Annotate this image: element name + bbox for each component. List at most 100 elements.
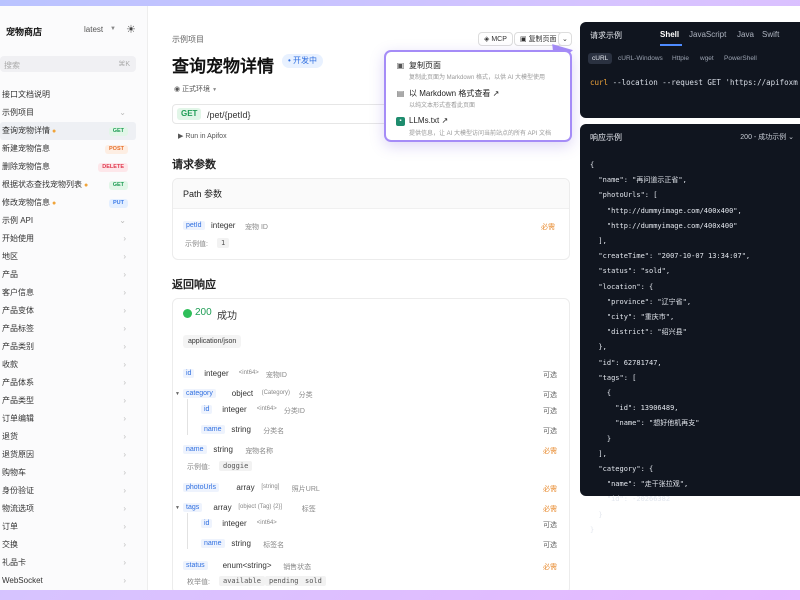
sidebar-item[interactable]: WebSocket › xyxy=(0,572,136,590)
field-type: integer xyxy=(204,369,229,378)
sidebar-item[interactable]: 物流选项 › xyxy=(0,500,136,518)
code-line: "location": { xyxy=(590,282,654,291)
sidebar-item[interactable]: 订单 › xyxy=(0,518,136,536)
sidebar-item[interactable]: 产品变体 › xyxy=(0,302,136,320)
sidebar-item[interactable]: 修改宠物信息 ● PUT xyxy=(0,194,136,212)
tab-javascript[interactable]: JavaScript xyxy=(689,30,726,39)
app-window: 宠物商店 latest ▼ ☀ 搜索 ⌘K 接口文档说明示例项目 ⌄ 查询宠物详情 ●… xyxy=(0,6,800,590)
sidebar-item[interactable]: 产品类型 › xyxy=(0,392,136,410)
field-type: object xyxy=(231,389,254,398)
chevron-down-icon[interactable]: ▼ xyxy=(110,26,116,32)
code-line: "http://dummyimage.com/400x400" xyxy=(590,221,738,230)
response-text: 成功 xyxy=(217,311,237,322)
sidebar-item[interactable]: 地区 › xyxy=(0,248,136,266)
response-example-select[interactable]: 200 - 成功示例 ⌄ xyxy=(740,132,794,142)
field-flag: 必需 xyxy=(543,506,557,513)
status-badge[interactable]: • 开发中 xyxy=(282,54,324,68)
chevron-down-icon: ▼ xyxy=(212,87,218,93)
sidebar-item[interactable]: 产品标签 › xyxy=(0,320,136,338)
field-name: id xyxy=(201,405,213,414)
code-line: ], xyxy=(590,449,607,458)
environment-icon: ◉ xyxy=(174,86,183,93)
code-line: "createTime": "2007-10-07 13:34:07", xyxy=(590,252,751,261)
expand-caret-icon[interactable]: ▼ xyxy=(175,391,180,397)
sidebar-item-label: 订单编辑 xyxy=(2,414,34,423)
code-line: "district": "绍兴县" xyxy=(590,328,687,337)
active-tab-indicator xyxy=(660,44,682,46)
status-enum-value: available xyxy=(219,576,265,586)
search-input[interactable]: 搜索 ⌘K xyxy=(0,56,136,72)
sidebar-item-label: 查询宠物详情 xyxy=(2,126,50,135)
code-line: "name": "再问道示正省", xyxy=(590,176,687,185)
sidebar-item[interactable]: 开始使用 › xyxy=(0,230,136,248)
subtab-wget[interactable]: wget xyxy=(696,53,718,64)
chevron-icon: › xyxy=(123,522,126,531)
sidebar-item[interactable]: 接口文档说明 xyxy=(0,86,136,104)
field-desc: 分类ID xyxy=(283,408,305,415)
subtab-powershell[interactable]: PowerShell xyxy=(720,53,761,64)
subtab-httpie[interactable]: Httpie xyxy=(668,53,693,64)
subtab-curl[interactable]: cURL xyxy=(588,53,613,64)
param-type: integer xyxy=(211,221,236,230)
sidebar-item[interactable]: 产品类别 › xyxy=(0,338,136,356)
menu-item-title: LLMs.txt ↗ xyxy=(409,116,449,125)
code-line: "status": "sold", xyxy=(590,267,671,276)
sidebar-item-label: WebSocket xyxy=(2,576,43,585)
method-badge: GET xyxy=(177,108,202,120)
sidebar-item[interactable]: 查询宠物详情 ● GET xyxy=(0,122,136,140)
param-example-value: 1 xyxy=(217,238,230,248)
sidebar-item[interactable]: 客户信息 › xyxy=(0,284,136,302)
version-select[interactable]: latest xyxy=(84,25,103,34)
sidebar-item[interactable]: 身份验证 › xyxy=(0,482,136,500)
field-name: tags xyxy=(183,503,203,512)
sidebar-item-label: 开始使用 xyxy=(2,234,34,243)
endpoint-path: /pet/{petId} xyxy=(207,110,251,120)
sidebar-item[interactable]: 示例 API ⌄ xyxy=(0,212,136,230)
expand-caret-icon[interactable]: ▼ xyxy=(175,505,180,511)
sidebar-item-label: 示例项目 xyxy=(2,108,34,117)
run-in-apifox-button[interactable]: ▶ Run in Apifox xyxy=(178,132,227,140)
sidebar-item[interactable]: 根据状态查找宠物列表 ● GET xyxy=(0,176,136,194)
sidebar-item[interactable]: 订单编辑 › xyxy=(0,410,136,428)
tab-shell[interactable]: Shell xyxy=(660,30,679,39)
sidebar-item[interactable]: 礼品卡 › xyxy=(0,554,136,572)
environment-label: 正式环境 xyxy=(182,86,211,93)
sidebar-item[interactable]: 交换 › xyxy=(0,536,136,554)
sidebar-item[interactable]: 产品 › xyxy=(0,266,136,284)
search-placeholder: 搜索 xyxy=(4,61,20,70)
mcp-button[interactable]: ◈ MCP xyxy=(478,32,513,46)
content-type-tag[interactable]: application/json xyxy=(183,335,242,348)
code-line: { xyxy=(590,389,612,398)
theme-toggle-icon[interactable]: ☀ xyxy=(126,23,136,36)
chevron-icon: › xyxy=(123,252,126,261)
sidebar-item-label: 物流选项 xyxy=(2,504,34,513)
sidebar-item-label: 收款 xyxy=(2,360,18,369)
field-type: string xyxy=(231,425,251,434)
sidebar-item[interactable]: 产品体系 › xyxy=(0,374,136,392)
sidebar-item[interactable]: 示例项目 ⌄ xyxy=(0,104,136,122)
response-json[interactable]: { "name": "再问道示正省", "photoUrls": [ "http… xyxy=(590,158,750,538)
method-badge: GET xyxy=(108,127,128,136)
tab-swift[interactable]: Swift xyxy=(762,30,779,39)
sidebar-item[interactable]: 新建宠物信息 POST xyxy=(0,140,136,158)
curl-command[interactable]: curl --location --request GET 'https://a… xyxy=(590,78,798,87)
field-desc: 分类 xyxy=(298,392,313,399)
tab-java[interactable]: Java xyxy=(737,30,754,39)
subtab-curl-windows[interactable]: cURL-Windows xyxy=(614,53,667,64)
project-breadcrumb[interactable]: 示例项目 xyxy=(172,34,204,45)
sidebar-item[interactable]: 退货原因 › xyxy=(0,446,136,464)
request-example-panel: 请求示例 Shell JavaScript Java Swift cURL cU… xyxy=(580,22,800,118)
response-example-title: 响应示例 xyxy=(590,133,622,142)
sidebar-header: 宠物商店 latest ▼ ☀ xyxy=(6,24,142,38)
sidebar-item-label: 修改宠物信息 xyxy=(2,198,50,207)
sidebar-item[interactable]: 退货 › xyxy=(0,428,136,446)
sidebar-item[interactable]: 收款 › xyxy=(0,356,136,374)
code-line: "city": "重庆市", xyxy=(590,313,675,322)
code-line: "tags": [ xyxy=(590,373,637,382)
chevron-icon: › xyxy=(123,324,126,333)
sidebar-item[interactable]: 删除宠物信息 DELETE xyxy=(0,158,136,176)
sidebar-item[interactable]: 购物车 › xyxy=(0,464,136,482)
sidebar-item-label: 接口文档说明 xyxy=(2,90,50,99)
url-bar[interactable]: GET /pet/{petId} xyxy=(172,104,392,124)
environment-select[interactable]: ◉ 正式环境 ▼ xyxy=(174,84,217,94)
